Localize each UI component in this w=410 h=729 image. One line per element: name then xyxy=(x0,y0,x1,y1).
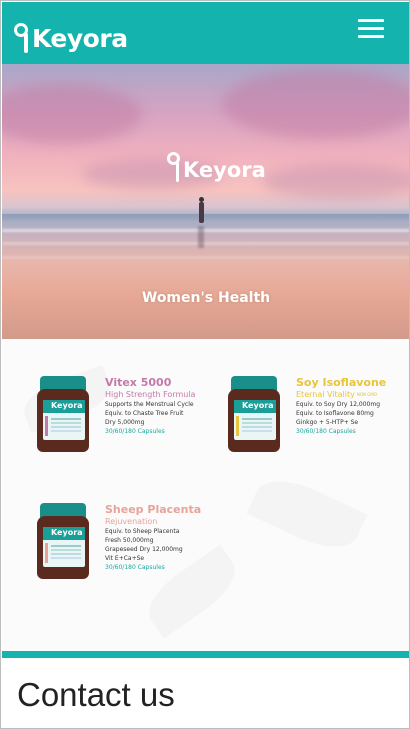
product-subtitle: High Strength Formula xyxy=(105,390,196,399)
product-name: Soy Isoflavone xyxy=(296,376,387,389)
product-detail: Equiv. to Soy Dry 12,000mg xyxy=(296,401,381,408)
product-bottle-image: Keyora xyxy=(37,503,89,581)
hamburger-menu-icon[interactable] xyxy=(358,19,384,39)
product-name: Sheep Placenta xyxy=(105,503,202,516)
product-detail: Ginkgo + 5-HTP+ Se xyxy=(296,419,359,426)
product-detail: Equiv. to Isoflavone 80mg xyxy=(296,410,374,417)
site-header: Keyora xyxy=(2,2,409,64)
product-capsules: 30/60/180 Capsules xyxy=(296,428,356,435)
product-card-sheep-placenta[interactable]: Keyora Sheep Placenta Rejuvenation Equiv… xyxy=(37,503,217,593)
keyora-logo-icon xyxy=(14,21,34,53)
keyora-logo-icon xyxy=(167,152,185,182)
product-detail: Equiv. to Chaste Tree Fruit xyxy=(105,410,184,417)
product-subtitle: Eternal Vitality NON GMO xyxy=(296,390,377,399)
product-detail: Vit E+Ca+Se xyxy=(105,555,145,562)
non-gmo-badge: NON GMO xyxy=(356,392,377,397)
product-subtitle: Rejuvenation xyxy=(105,517,158,526)
product-name: Vitex 5000 xyxy=(105,376,172,389)
beach-figure-image xyxy=(198,197,205,223)
product-capsules: 30/60/180 Capsules xyxy=(105,564,165,571)
header-logo[interactable]: Keyora xyxy=(14,17,128,53)
product-detail: Grapeseed Dry 12,000mg xyxy=(105,546,183,553)
product-card-vitex[interactable]: Keyora Vitex 5000 High Strength Formula … xyxy=(37,376,217,466)
hero-banner: Keyora Women's Health xyxy=(2,64,409,339)
product-detail: Equiv. to Sheep Placenta xyxy=(105,528,180,535)
hero-title: Women's Health xyxy=(141,290,271,306)
section-divider xyxy=(2,651,409,658)
product-detail: Dry 5,000mg xyxy=(105,419,145,426)
product-detail: Supports the Menstrual Cycle xyxy=(105,401,194,408)
product-bottle-image: Keyora xyxy=(228,376,280,454)
page-frame: Keyora Keyora Women's Health Keyora Vite… xyxy=(0,0,410,729)
hero-logo-text: Keyora xyxy=(183,158,266,182)
header-logo-text: Keyora xyxy=(32,24,128,53)
product-bottle-image: Keyora xyxy=(37,376,89,454)
hero-logo: Keyora xyxy=(167,152,266,182)
product-card-soy-isoflavone[interactable]: Keyora Soy Isoflavone Eternal Vitality NO… xyxy=(228,376,408,466)
product-capsules: 30/60/180 Capsules xyxy=(105,428,165,435)
product-detail: Fresh 50,000mg xyxy=(105,537,154,544)
product-section: Keyora Vitex 5000 High Strength Formula … xyxy=(2,339,409,651)
contact-heading: Contact us xyxy=(17,676,175,713)
